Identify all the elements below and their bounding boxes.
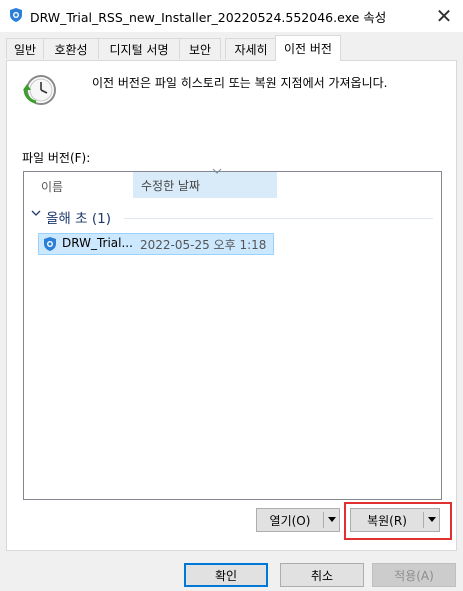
panel-description: 이전 버전은 파일 히스토리 또는 복원 지점에서 가져옵니다.: [92, 76, 388, 90]
column-header-name[interactable]: 이름: [41, 178, 63, 195]
tab-label: 디지털 서명: [109, 42, 169, 57]
tab-details[interactable]: 자세히: [225, 38, 277, 59]
ok-button[interactable]: 확인: [184, 563, 268, 587]
apply-label: 적용(A): [394, 568, 434, 583]
open-split-button[interactable]: 열기(O): [256, 508, 340, 532]
tab-label: 보안: [188, 42, 212, 57]
tab-security[interactable]: 보안: [179, 38, 221, 59]
column-header-date[interactable]: 수정한 날짜: [133, 172, 277, 198]
app-shield-icon: [8, 7, 24, 23]
close-button[interactable]: ✕: [425, 0, 463, 32]
tab-label: 자세히: [234, 42, 268, 57]
ok-label: 확인: [214, 568, 238, 583]
cancel-label: 취소: [310, 568, 334, 583]
close-icon: ✕: [435, 4, 453, 28]
group-divider: [124, 218, 433, 219]
chevron-down-icon[interactable]: [30, 207, 42, 222]
apply-button[interactable]: 적용(A): [372, 563, 456, 587]
tab-compatibility[interactable]: 호환성: [43, 38, 99, 59]
tab-label: 일반: [13, 42, 37, 57]
cancel-button[interactable]: 취소: [280, 563, 364, 587]
tab-general[interactable]: 일반: [6, 38, 44, 59]
file-shield-icon: [42, 236, 58, 252]
list-item-date: 2022-05-25 오후 1:18: [140, 238, 267, 252]
file-versions-label: 파일 버전(F):: [22, 151, 91, 165]
window-title: DRW_Trial_RSS_new_Installer_20220524.552…: [30, 10, 387, 25]
list-item-name: DRW_Trial...: [62, 236, 133, 250]
history-restore-icon: [22, 72, 58, 108]
dropdown-arrow-icon[interactable]: [324, 515, 339, 525]
group-header[interactable]: 올해 초 (1): [46, 207, 111, 227]
open-button-label: 열기(O): [269, 513, 311, 528]
tab-digital-signature[interactable]: 디지털 서명: [98, 38, 180, 59]
tab-label: 호환성: [54, 42, 88, 57]
tab-previous-versions[interactable]: 이전 버전: [275, 35, 341, 61]
sort-caret-icon: [212, 167, 222, 177]
tab-label: 이전 버전: [284, 42, 332, 56]
highlight-annotation: [344, 502, 452, 540]
